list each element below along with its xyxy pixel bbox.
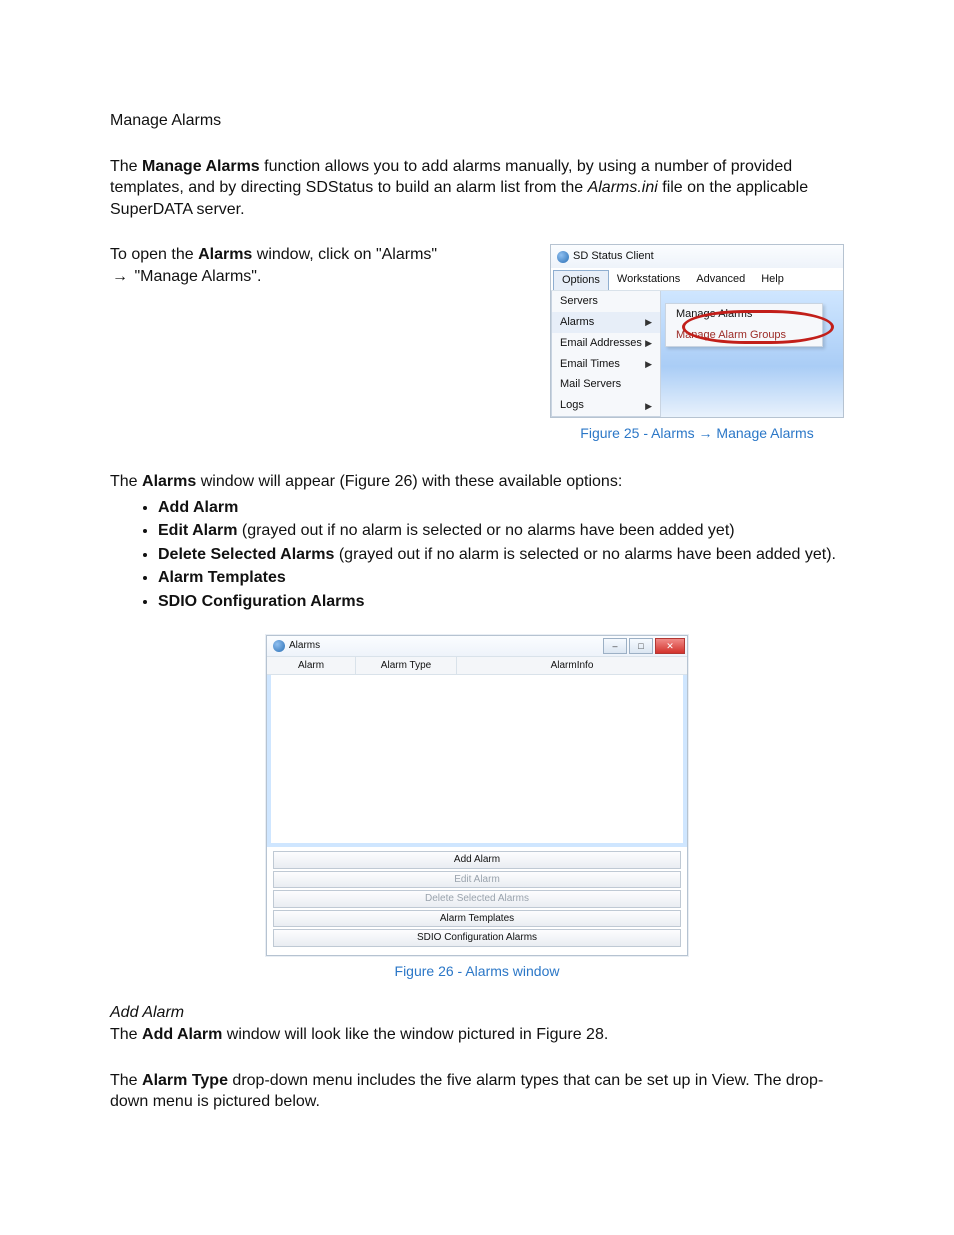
text: (grayed out if no alarm is selected or n…: [237, 522, 734, 539]
app-icon: [557, 251, 569, 263]
dropdown-label: Mail Servers: [560, 377, 621, 392]
add-alarm-paragraph: The Add Alarm window will look like the …: [110, 1024, 844, 1046]
maximize-button[interactable]: □: [629, 638, 653, 654]
options-intro: The Alarms window will appear (Figure 26…: [110, 471, 844, 493]
dropdown-item-logs[interactable]: Logs ▶: [552, 395, 660, 416]
figure-26-caption: Figure 26 - Alarms window: [395, 962, 560, 981]
option-alarm-templates: Alarm Templates: [158, 569, 286, 586]
sdio-config-alarms-button[interactable]: SDIO Configuration Alarms: [273, 929, 681, 947]
dropdown-label: Alarms: [560, 315, 594, 330]
menu-advanced[interactable]: Advanced: [688, 270, 753, 290]
add-alarm-button[interactable]: Add Alarm: [273, 851, 681, 869]
dropdown-item-email-addresses[interactable]: Email Addresses▶: [552, 333, 660, 354]
close-button[interactable]: ✕: [655, 638, 685, 654]
arrow-icon: →: [699, 425, 713, 441]
alarm-type-bold: Alarm Type: [142, 1072, 228, 1089]
list-item: Edit Alarm (grayed out if no alarm is se…: [158, 520, 844, 542]
column-alarm-info[interactable]: AlarmInfo: [457, 657, 687, 675]
option-sdio-config: SDIO Configuration Alarms: [158, 593, 365, 610]
dropdown-label: Email Addresses: [560, 336, 642, 351]
edit-alarm-button[interactable]: Edit Alarm: [273, 871, 681, 889]
menu-workstations[interactable]: Workstations: [609, 270, 688, 290]
menu-options[interactable]: Options: [553, 270, 609, 290]
add-alarm-bold: Add Alarm: [142, 1026, 222, 1043]
column-headers: Alarm Alarm Type AlarmInfo: [267, 656, 687, 676]
text: Figure 25 - Alarms: [580, 425, 698, 441]
text: Manage Alarms: [713, 425, 814, 441]
window-title: SD Status Client: [573, 249, 654, 264]
manage-alarms-bold: Manage Alarms: [142, 158, 260, 175]
option-delete-selected: Delete Selected Alarms: [158, 546, 334, 563]
submenu-manage-alarm-groups[interactable]: Manage Alarm Groups: [666, 325, 822, 346]
app-icon: [273, 640, 285, 652]
options-dropdown: Servers Alarms▶ Email Addresses▶ Email T…: [551, 291, 661, 417]
option-edit-alarm: Edit Alarm: [158, 522, 237, 539]
alarms-bold: Alarms: [142, 473, 196, 490]
text: To open the: [110, 246, 198, 263]
text: "Manage Alarms".: [130, 268, 261, 285]
titlebar: Alarms – □ ✕: [267, 636, 687, 656]
alarms-submenu: Manage Alarms Manage Alarm Groups: [665, 303, 823, 347]
options-list: Add Alarm Edit Alarm (grayed out if no a…: [110, 497, 844, 613]
section-heading: Manage Alarms: [110, 110, 844, 132]
alarms-list-area: [267, 675, 687, 847]
arrow-icon: →: [110, 268, 130, 285]
chevron-right-icon: ▶: [645, 358, 652, 370]
minimize-button[interactable]: –: [603, 638, 627, 654]
text: The: [110, 158, 142, 175]
alarm-type-paragraph: The Alarm Type drop-down menu includes t…: [110, 1070, 844, 1113]
dropdown-label: Logs: [560, 398, 584, 413]
text: window will appear (Figure 26) with thes…: [196, 473, 622, 490]
list-item: Alarm Templates: [158, 567, 844, 589]
window-title: Alarms: [289, 639, 320, 653]
text: (grayed out if no alarm is selected or n…: [334, 546, 836, 563]
chevron-right-icon: ▶: [645, 316, 652, 328]
add-alarm-heading: Add Alarm: [110, 1002, 844, 1024]
text: window will look like the window picture…: [222, 1026, 608, 1043]
window-buttons: – □ ✕: [603, 638, 685, 654]
list-item: Delete Selected Alarms (grayed out if no…: [158, 544, 844, 566]
dropdown-label: Servers: [560, 294, 598, 309]
chevron-right-icon: ▶: [645, 400, 652, 412]
menubar: Options Workstations Advanced Help: [551, 268, 843, 291]
button-stack: Add Alarm Edit Alarm Delete Selected Ala…: [267, 847, 687, 955]
text: The: [110, 473, 142, 490]
chevron-right-icon: ▶: [645, 337, 652, 349]
text: The: [110, 1026, 142, 1043]
alarms-ini-italic: Alarms.ini: [588, 179, 658, 196]
column-alarm[interactable]: Alarm: [267, 657, 356, 675]
option-add-alarm: Add Alarm: [158, 499, 238, 516]
dropdown-item-alarms[interactable]: Alarms ▶: [552, 312, 660, 333]
dropdown-item-email-times[interactable]: Email Times ▶: [552, 354, 660, 375]
dropdown-item-mail-servers[interactable]: Mail Servers: [552, 374, 660, 395]
delete-selected-alarms-button[interactable]: Delete Selected Alarms: [273, 890, 681, 908]
list-item: Add Alarm: [158, 497, 844, 519]
column-alarm-type[interactable]: Alarm Type: [356, 657, 457, 675]
alarm-templates-button[interactable]: Alarm Templates: [273, 910, 681, 928]
alarms-window: Alarms – □ ✕ Alarm Alarm Type AlarmInfo …: [266, 635, 688, 956]
titlebar: SD Status Client: [551, 245, 843, 268]
list-item: SDIO Configuration Alarms: [158, 591, 844, 613]
figure-25-caption: Figure 25 - Alarms → Manage Alarms: [550, 424, 844, 443]
sd-status-client-window: SD Status Client Options Workstations Ad…: [550, 244, 844, 418]
alarms-bold: Alarms: [198, 246, 252, 263]
intro-paragraph: The Manage Alarms function allows you to…: [110, 156, 844, 221]
open-instructions: To open the Alarms window, click on "Ala…: [110, 244, 532, 287]
submenu-manage-alarms[interactable]: Manage Alarms: [666, 304, 822, 325]
text: The: [110, 1072, 142, 1089]
dropdown-label: Email Times: [560, 357, 620, 372]
dropdown-item-servers[interactable]: Servers: [552, 291, 660, 312]
content-area: Manage Alarms Manage Alarm Groups: [661, 291, 843, 417]
menu-help[interactable]: Help: [753, 270, 792, 290]
text: window, click on "Alarms": [252, 246, 437, 263]
